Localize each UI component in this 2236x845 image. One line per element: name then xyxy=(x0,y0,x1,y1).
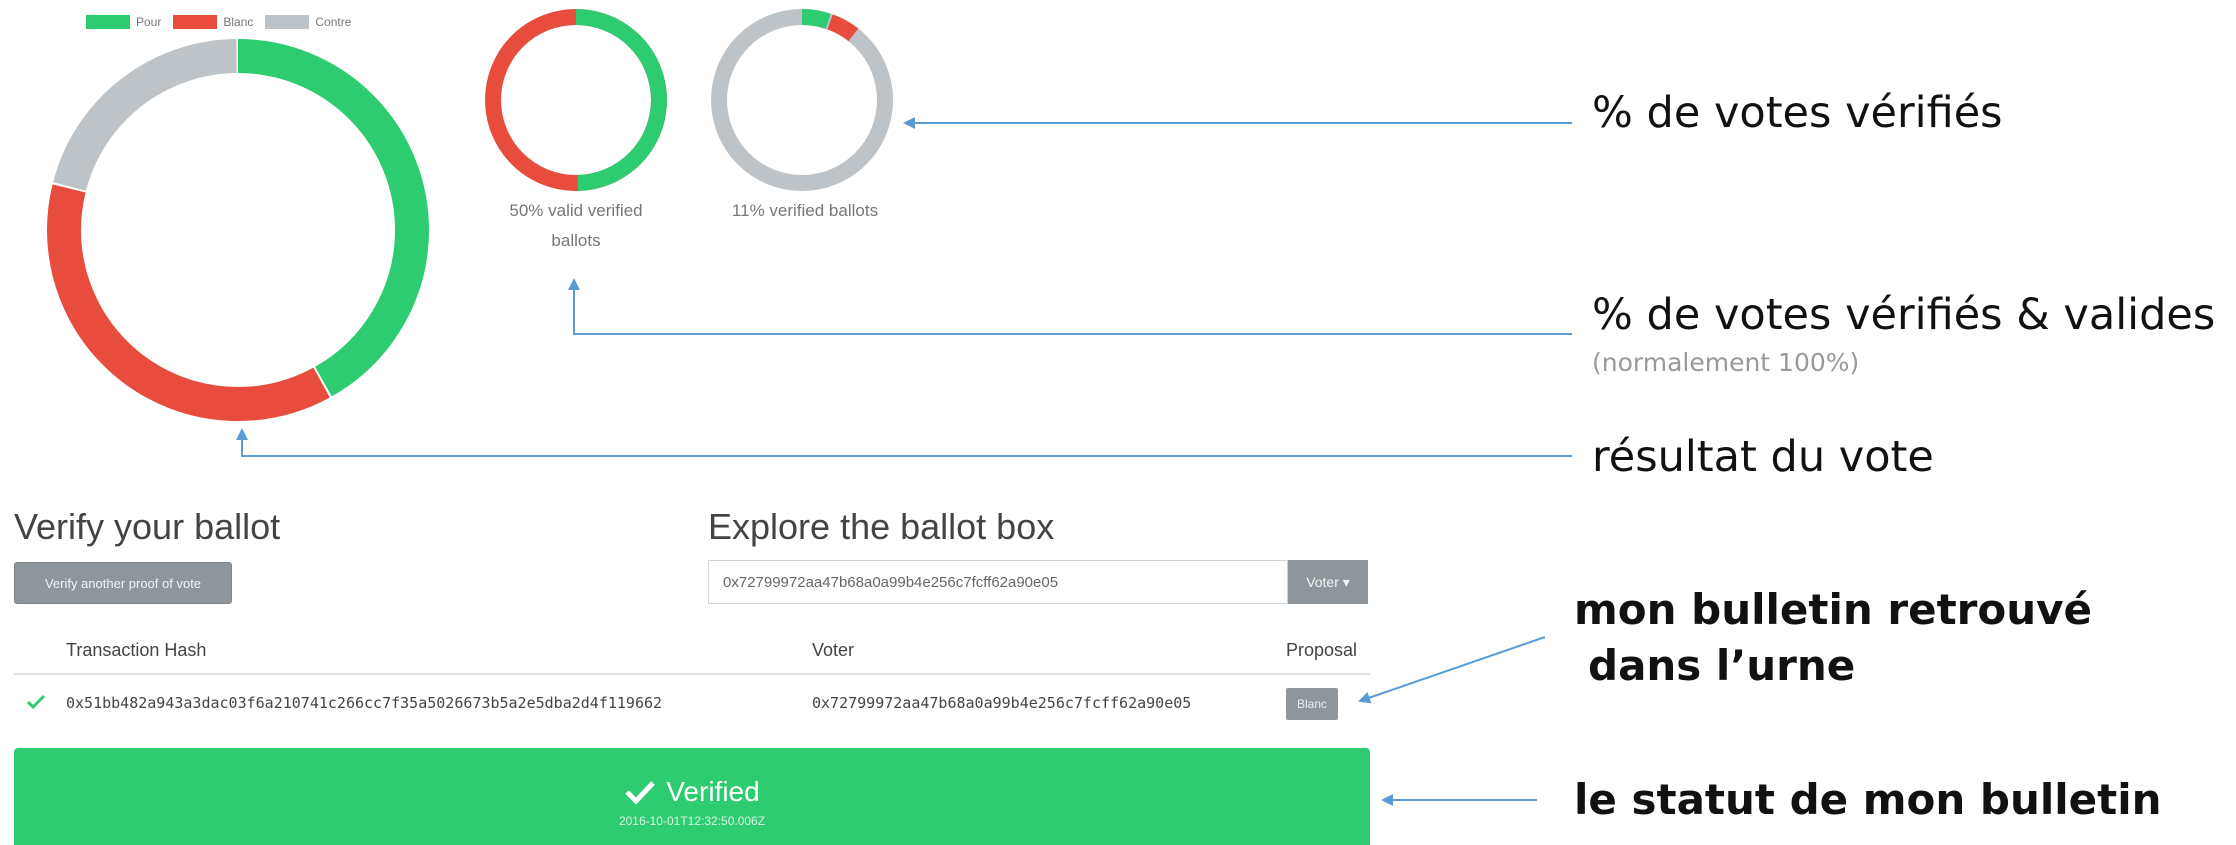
verify-another-button[interactable]: Verify another proof of vote xyxy=(14,562,232,604)
verified-chart-caption: 11% verified ballots xyxy=(731,201,879,220)
table-header-proposal: Proposal xyxy=(1286,640,1358,660)
arrow-vote-result xyxy=(236,428,1572,457)
annotation-ballot-found-line2: dans l’urne xyxy=(1588,641,1856,690)
annotation-ballot-found-line1: mon bulletin retrouvé xyxy=(1574,585,2092,634)
arrow-verified-valid-pct xyxy=(568,278,1572,335)
row-voter: 0x72799972aa47b68a0a99b4e256c7fcff62a90e… xyxy=(812,694,1192,712)
arrow-ballot-found xyxy=(1358,636,1546,704)
verified-donut-chart xyxy=(711,9,893,191)
table-row[interactable]: 0x51bb482a943a3dac03f6a210741c266cc7f35a… xyxy=(14,678,1370,730)
verified-status-title: Verified xyxy=(14,776,1370,808)
verified-status-bar: Verified 2016-10-01T12:32:50.006Z xyxy=(14,748,1370,845)
verified-status-label: Verified xyxy=(666,776,760,807)
row-transaction-hash: 0x51bb482a943a3dac03f6a210741c266cc7f35a… xyxy=(66,694,663,712)
table-header-voter: Voter xyxy=(812,640,855,660)
annotation-verified-valid-pct: % de votes vérifiés & valides xyxy=(1592,290,2216,340)
valid-donut-chart xyxy=(485,9,667,191)
annotation-verified-pct: % de votes vérifiés xyxy=(1592,88,2003,138)
verified-status-timestamp: 2016-10-01T12:32:50.006Z xyxy=(618,814,766,828)
row-proposal-badge: Blanc xyxy=(1286,688,1338,720)
verified-segment-unverified xyxy=(711,9,893,191)
row-check-icon xyxy=(26,694,46,710)
ballot-search-input[interactable]: 0x72799972aa47b68a0a99b4e256c7fcff62a90e… xyxy=(708,560,1288,604)
check-icon xyxy=(625,781,656,805)
annotation-vote-result: résultat du vote xyxy=(1592,432,1934,482)
annotation-ballot-status: le statut de mon bulletin xyxy=(1574,775,2162,824)
verify-title: Verify your ballot xyxy=(14,506,281,547)
explore-title: Explore the ballot box xyxy=(708,506,1055,547)
search-field-dropdown[interactable]: Voter ▾ xyxy=(1288,560,1368,604)
result-donut-chart xyxy=(47,39,429,421)
annotation-verified-valid-note: (normalement 100%) xyxy=(1592,348,1860,377)
table-header-divider xyxy=(14,673,1370,675)
table-header-hash: Transaction Hash xyxy=(66,640,207,660)
annotation-ballot-found: mon bulletin retrouvé dans l’urne xyxy=(1574,582,2092,694)
valid-chart-caption: 50% valid verified ballots xyxy=(509,201,643,250)
